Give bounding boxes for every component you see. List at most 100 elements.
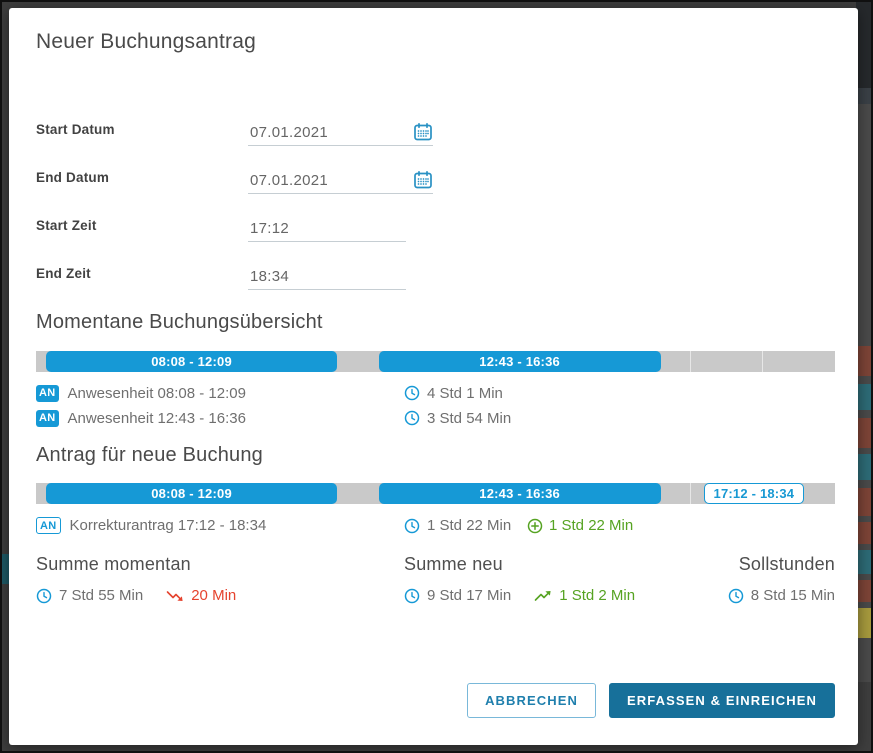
booking-entry-main: AN Korrekturantrag 17:12 - 18:34 [36, 517, 404, 534]
background-fragment [856, 550, 873, 574]
summary-target-total: 8 Std 15 Min [751, 587, 835, 604]
section-heading-new-request: Antrag für neue Buchung [36, 444, 835, 467]
clock-icon [36, 588, 52, 604]
background-fragment [856, 2, 873, 88]
timeline-bar: 17:12 - 18:34 [704, 483, 803, 504]
calendar-icon[interactable] [413, 170, 433, 190]
background-fragment [856, 384, 873, 410]
background-fragment [856, 608, 873, 638]
clock-icon [404, 518, 420, 534]
entry-duration: 4 Std 1 Min [404, 385, 527, 402]
timeline-hour-gridline [762, 351, 763, 372]
booking-entry-main: AN Anwesenheit 12:43 - 16:36 [36, 410, 404, 427]
clock-icon [404, 588, 420, 604]
entry-duration-text: 4 Std 1 Min [427, 385, 503, 402]
field-input[interactable] [250, 268, 370, 285]
summary-current-delta: 20 Min [166, 587, 236, 604]
entries-request: AN Korrekturantrag 17:12 - 18:34 1 Std 2… [36, 513, 835, 538]
entry-duration: 3 Std 54 Min [404, 410, 527, 427]
field-input[interactable] [250, 172, 370, 189]
timeline-hour-gridline [690, 351, 691, 372]
trending-down-icon [166, 589, 185, 603]
entry-delta-text: 1 Std 22 Min [549, 517, 633, 534]
submit-button[interactable]: ERFASSEN & EINREICHEN [609, 683, 835, 718]
entry-duration-text: 1 Std 22 Min [427, 517, 511, 534]
summary-current-total: 7 Std 55 Min [59, 587, 143, 604]
entry-duration: 1 Std 22 Min [404, 517, 527, 534]
summary-new-total: 9 Std 17 Min [427, 587, 511, 604]
timeline-bar: 08:08 - 12:09 [46, 483, 338, 504]
clock-icon [404, 385, 420, 401]
form-field-row: End Datum [36, 146, 835, 194]
field-label: Start Datum [36, 122, 248, 146]
cancel-button[interactable]: ABBRECHEN [467, 683, 596, 718]
background-fragment [856, 580, 873, 602]
field-underline-control [248, 170, 433, 194]
field-input[interactable] [250, 220, 370, 237]
background-fragment [2, 554, 9, 584]
summary-new-delta: 1 Std 2 Min [534, 587, 635, 604]
booking-form: Start Datum End Datum [36, 98, 835, 290]
entry-type-badge: AN [36, 517, 61, 534]
summary-new-row: 9 Std 17 Min 1 Std 2 Min [404, 587, 728, 604]
section-heading-current-overview: Momentane Buchungsübersicht [36, 311, 835, 334]
dialog-title: Neuer Buchungsantrag [36, 30, 835, 54]
plus-circle-icon [527, 518, 543, 534]
clock-icon [404, 410, 420, 426]
timeline-bar-label: 08:08 - 12:09 [151, 354, 232, 369]
clock-icon [728, 588, 744, 604]
summary-new-delta-text: 1 Std 2 Min [559, 587, 635, 604]
trending-up-icon [534, 589, 553, 603]
background-fragment [856, 346, 873, 376]
booking-entry-row: AN Korrekturantrag 17:12 - 18:34 1 Std 2… [36, 513, 835, 538]
dialog-footer: ABBRECHEN ERFASSEN & EINREICHEN [467, 683, 835, 718]
timeline-bar-label: 12:43 - 16:36 [479, 486, 560, 501]
summary-current-row: 7 Std 55 Min 20 Min [36, 587, 404, 604]
entry-duration-text: 3 Std 54 Min [427, 410, 511, 427]
field-label: End Datum [36, 170, 248, 194]
background-fragment [856, 522, 873, 544]
app-screen: Neuer Buchungsantrag Start Datum End Dat… [0, 0, 873, 753]
field-input[interactable] [250, 124, 370, 141]
summary-current-heading: Summe momentan [36, 554, 404, 575]
timeline-bar-label: 08:08 - 12:09 [151, 486, 232, 501]
entries-current: AN Anwesenheit 08:08 - 12:09 4 Std 1 Min… [36, 381, 835, 431]
form-field-row: Start Zeit [36, 194, 835, 242]
background-fragment [856, 88, 873, 104]
calendar-icon[interactable] [413, 122, 433, 142]
booking-entry-row: AN Anwesenheit 08:08 - 12:09 4 Std 1 Min [36, 381, 835, 406]
summary-target-heading: Sollstunden [728, 554, 835, 575]
field-underline-control [248, 122, 433, 146]
summary-section: Summe momentan 7 Std 55 Min [36, 554, 835, 604]
entry-text: Korrekturantrag 17:12 - 18:34 [70, 517, 267, 534]
booking-entry-main: AN Anwesenheit 08:08 - 12:09 [36, 385, 404, 402]
background-fragment [856, 418, 873, 448]
summary-target-row: 8 Std 15 Min [728, 587, 835, 604]
timeline-bar-label: 17:12 - 18:34 [714, 486, 795, 501]
form-field-row: End Zeit [36, 242, 835, 290]
timeline-bar: 08:08 - 12:09 [46, 351, 338, 372]
field-label: End Zeit [36, 266, 248, 290]
entry-type-badge: AN [36, 410, 59, 427]
summary-new-heading: Summe neu [404, 554, 728, 575]
form-field-row: Start Datum [36, 98, 835, 146]
background-fragment [856, 454, 873, 480]
summary-target: Sollstunden 8 Std 15 Min [728, 554, 835, 604]
timeline-bar: 12:43 - 16:36 [379, 483, 661, 504]
background-fragment [856, 488, 873, 516]
entry-type-badge: AN [36, 385, 59, 402]
entry-text: Anwesenheit 12:43 - 16:36 [68, 410, 246, 427]
timeline-bar-label: 12:43 - 16:36 [479, 354, 560, 369]
booking-entry-row: AN Anwesenheit 12:43 - 16:36 3 Std 54 Mi… [36, 406, 835, 431]
timeline-hour-gridline [690, 483, 691, 504]
booking-request-dialog: Neuer Buchungsantrag Start Datum End Dat… [9, 8, 858, 745]
entry-text: Anwesenheit 08:08 - 12:09 [68, 385, 246, 402]
summary-current-delta-text: 20 Min [191, 587, 236, 604]
field-underline-control [248, 268, 406, 290]
timeline-request: 08:08 - 12:09 12:43 - 16:36 17:12 - 18:34 [36, 483, 835, 504]
timeline-current: 08:08 - 12:09 12:43 - 16:36 [36, 351, 835, 372]
entry-delta: 1 Std 22 Min [527, 517, 835, 534]
summary-current: Summe momentan 7 Std 55 Min [36, 554, 404, 604]
timeline-bar: 12:43 - 16:36 [379, 351, 661, 372]
field-underline-control [248, 220, 406, 242]
